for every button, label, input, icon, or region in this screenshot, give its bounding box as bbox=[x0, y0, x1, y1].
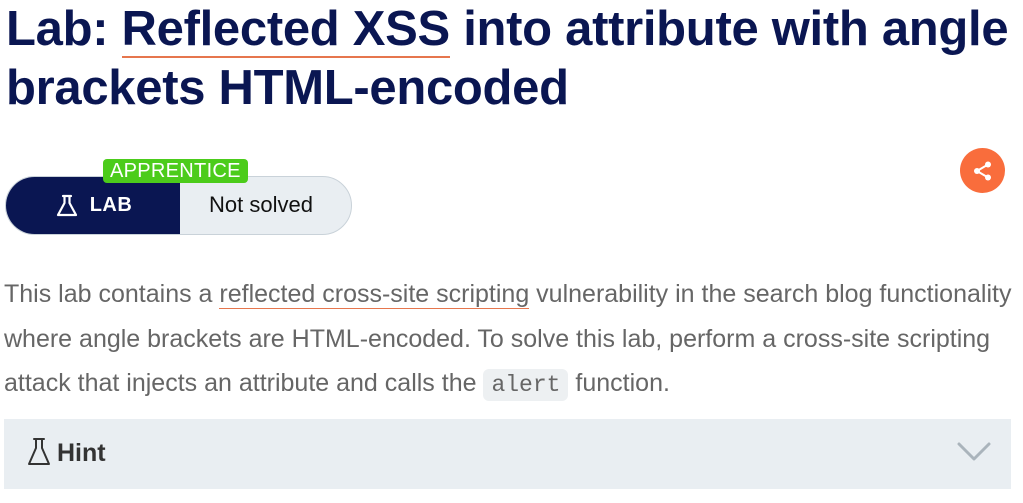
lab-status-widget: LAB Not solved bbox=[5, 176, 352, 235]
hint-accordion[interactable]: Hint bbox=[4, 419, 1011, 489]
alert-code: alert bbox=[483, 369, 569, 401]
chevron-down-icon[interactable] bbox=[957, 441, 991, 463]
title-prefix: Lab: bbox=[6, 2, 122, 56]
reflected-xss-description-link[interactable]: reflected cross-site scripting bbox=[219, 280, 530, 309]
reflected-xss-link[interactable]: Reflected XSS bbox=[121, 2, 450, 58]
hint-label: Hint bbox=[57, 439, 106, 467]
lab-description: This lab contains a reflected cross-site… bbox=[4, 272, 1014, 408]
lab-type-pill: LAB bbox=[6, 177, 180, 234]
page-title: Lab: Reflected XSS into attribute with a… bbox=[6, 0, 1016, 118]
lab-page: Lab: Reflected XSS into attribute with a… bbox=[0, 0, 1023, 503]
flask-icon bbox=[28, 438, 50, 465]
flask-icon bbox=[56, 194, 77, 216]
share-icon bbox=[973, 161, 991, 180]
share-button[interactable] bbox=[960, 148, 1005, 193]
difficulty-badge: APPRENTICE bbox=[103, 159, 248, 183]
lab-type-label: LAB bbox=[89, 194, 133, 216]
lab-status-text: Not solved bbox=[209, 192, 313, 217]
